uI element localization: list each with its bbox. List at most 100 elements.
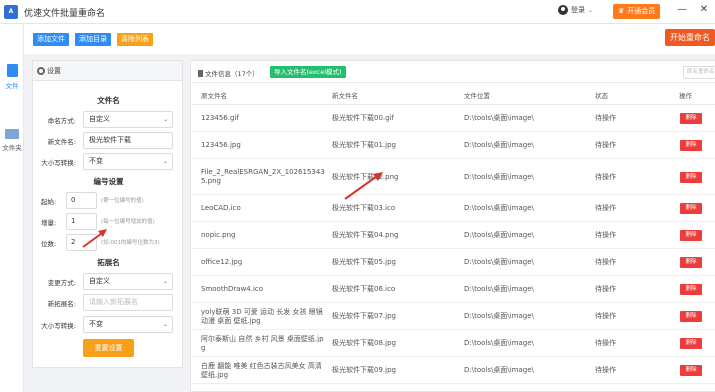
nav-item-folder[interactable]: 文件夹 [0,129,24,152]
ext-section-title: 拓展名 [97,258,120,267]
new-name-cell: 极光软件下载09.jpg [332,366,396,374]
table-header: 原文件名 新文件名 文件位置 状态 操作 [191,83,715,105]
reset-settings-button[interactable]: 重置设置 [83,339,134,357]
case-value: 不变 [89,157,103,165]
change-method-row: 变更方式: 自定义 ⌄ [33,273,184,290]
location-cell: D:\tools\桌面\image\ [464,366,534,374]
status-cell: 待操作 [595,258,616,266]
settings-panel: 设置 文件名 命名方式: 自定义 ⌄ 新文件名: 极光软件下载 大小写转换: 不变… [32,60,183,368]
case-label: 大小写转换: [41,159,76,167]
settings-title: 设置 [47,67,61,75]
app-logo: A [4,5,18,19]
import-excel-button[interactable]: 导入文件名(excel模式) [270,66,346,78]
red-arrow-annotation [82,229,107,248]
original-name-cell: File_2_RealESRGAN_2X_1026153435.png [201,168,325,185]
crown-icon: ♛ [618,7,625,15]
original-name-cell: yoly联萌 3D 可爱 运动 长发 女孩 眼镜 动漫 桌面 壁纸.jpg [201,307,323,325]
location-cell: D:\tools\桌面\image\ [464,114,534,122]
status-cell: 待操作 [595,231,616,239]
col-original-name: 原文件名 [201,92,227,100]
nav-label-file: 文件 [5,82,19,90]
file-list-panel: 文件信息（17个） 导入文件名(excel模式) 原名重命名 原文件名 新文件名… [190,60,715,392]
original-name-cell: SmoothDraw4.ico [201,285,264,293]
original-name-cell: LeoCAD.ico [201,204,241,212]
col-new-name: 新文件名 [332,92,358,100]
table-row: 白鹿 唯美 白色古装 高清壁纸.jpg极光软件下载10.jpgD:\tools\… [191,384,715,392]
clear-list-button[interactable]: 清除列表 [117,33,153,46]
add-folder-button[interactable]: 添加目录 [75,33,111,46]
delete-button[interactable]: 删除 [680,113,702,124]
chevron-down-icon: ⌄ [162,278,168,285]
start-rename-button[interactable]: 开始重命名 [665,29,715,46]
file-name-section-title: 文件名 [97,96,120,105]
start-input[interactable]: 0 [66,192,97,209]
table-row: nopic.png 极光软件下载04.png D:\tools\桌面\image\ 待… [191,222,715,249]
case-select[interactable]: 不变 ⌄ [83,153,173,170]
ext-case-select[interactable]: 不变 ⌄ [83,316,173,333]
naming-method-select[interactable]: 自定义 ⌄ [83,111,173,128]
chevron-down-icon: ⌄ [588,6,594,14]
start-row: 起始: 0 (第一位编号的值) [33,192,184,209]
login-label: 登录 [571,6,585,14]
delete-button[interactable]: 删除 [680,257,702,268]
search-input[interactable]: 原名重命名 [683,66,715,79]
new-name-input[interactable]: 极光软件下载 [83,132,173,149]
chevron-down-icon: ⌄ [162,321,168,328]
step-label: 增量: [41,219,57,227]
case-row: 大小写转换: 不变 ⌄ [33,153,184,170]
red-arrow-annotation [344,172,383,200]
new-ext-input[interactable]: 请输入新拓展名 [83,294,173,311]
status-cell: 待操作 [595,114,616,122]
user-icon [558,5,568,15]
status-cell: 待操作 [595,285,616,293]
delete-button[interactable]: 删除 [680,365,702,376]
nav-label-folder: 文件夹 [2,144,22,152]
delete-button[interactable]: 删除 [680,203,702,214]
nav-item-file[interactable]: 文件 [0,64,24,90]
col-location: 文件位置 [464,92,490,100]
minimize-button[interactable]: — [676,4,688,15]
delete-button[interactable]: 删除 [680,140,702,151]
new-name-row: 新文件名: 极光软件下载 [33,132,184,149]
app-title: 优速文件批量重命名 [24,9,106,19]
table-row: SmoothDraw4.ico 极光软件下载06.ico D:\tools\桌面\i… [191,276,715,303]
new-name-cell: 极光软件下载06.ico [332,285,396,293]
start-label: 起始: [41,198,57,206]
col-status: 状态 [595,92,608,100]
change-method-label: 变更方式: [47,279,76,287]
location-cell: D:\tools\桌面\image\ [464,231,534,239]
table-row: 123456.gif 极光软件下载00.gif D:\tools\桌面\image\… [191,105,715,132]
delete-button[interactable]: 删除 [680,311,702,322]
close-button[interactable]: ✕ [698,4,710,15]
vip-button[interactable]: ♛ 开通会员 [613,4,661,19]
document-icon [198,69,203,77]
new-name-cell: 极光软件下载04.png [332,231,399,239]
table-row: 阿尔泰斯山 自然 乡村 风景 桌面壁纸.jpg 极光软件下载08.jpg D:\to… [191,330,715,357]
new-name-cell: 极光软件下载03.ico [332,204,396,212]
change-method-select[interactable]: 自定义 ⌄ [83,273,173,290]
delete-button[interactable]: 删除 [680,171,702,183]
delete-button[interactable]: 删除 [680,230,702,241]
col-action: 操作 [679,92,692,100]
change-method-value: 自定义 [89,277,110,285]
vip-label: 开通会员 [627,7,656,15]
original-name-cell: office12.jpg [201,258,243,266]
new-ext-row: 新拓展名: 请输入新拓展名 [33,294,184,311]
location-cell: D:\tools\桌面\image\ [464,204,534,212]
add-file-button[interactable]: 添加文件 [33,33,69,46]
delete-button[interactable]: 删除 [680,338,702,349]
status-cell: 待操作 [595,339,616,347]
location-cell: D:\tools\桌面\image\ [464,258,534,266]
chevron-down-icon: ⌄ [162,116,168,123]
file-info-label: 文件信息（17个） [205,70,259,78]
top-toolbar: 添加文件 添加目录 清除列表 开始重命名 [24,24,715,54]
table-row: 123456.jpg 极光软件下载01.jpg D:\tools\桌面\image\… [191,132,715,159]
delete-button[interactable]: 删除 [680,284,702,295]
ext-case-value: 不变 [89,320,103,328]
ext-case-label: 大小写转换: [41,322,76,330]
original-name-cell: 123456.gif [201,114,239,122]
table-row: yoly联萌 3D 可爱 运动 长发 女孩 眼镜 动漫 桌面 壁纸.jpg 极光软… [191,303,715,330]
settings-header: 设置 [33,61,182,81]
login-button[interactable]: 登录 ⌄ [558,5,593,15]
location-cell: D:\tools\桌面\image\ [464,285,534,293]
